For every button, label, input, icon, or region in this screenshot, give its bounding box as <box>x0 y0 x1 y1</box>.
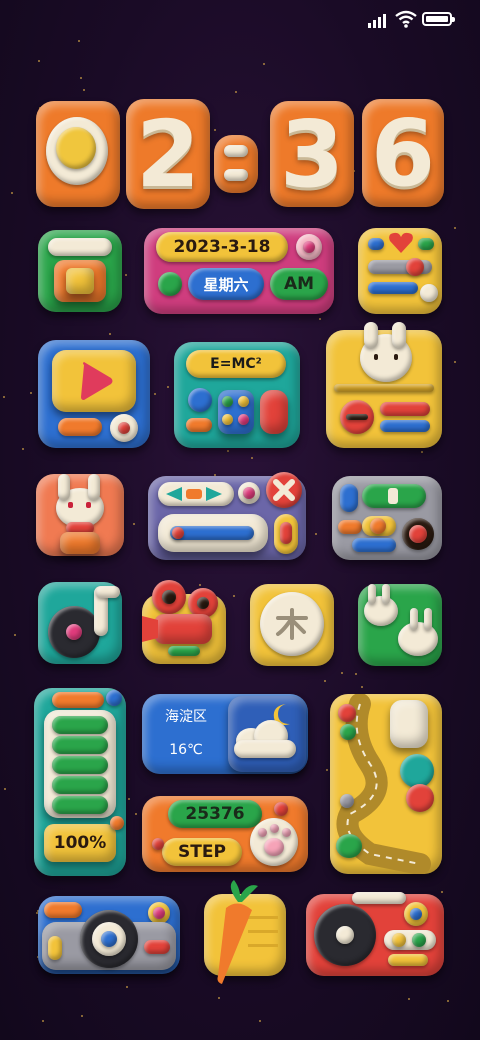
bunny-pocket-icon[interactable] <box>326 322 442 448</box>
steps-count-label: 25376 <box>185 804 245 824</box>
star-speck <box>133 523 135 525</box>
star-speck <box>11 192 13 194</box>
star-speck <box>319 318 321 320</box>
star-speck <box>78 40 80 42</box>
star-speck <box>218 997 220 999</box>
weather-temperature-label: 16℃ <box>169 742 203 758</box>
record-player-icon[interactable] <box>306 892 444 976</box>
star-speck <box>454 227 456 229</box>
star-speck <box>361 686 363 688</box>
star-speck <box>3 396 5 398</box>
star-speck <box>355 673 357 675</box>
star-speck <box>251 457 253 459</box>
clock-colon-tile <box>214 135 258 193</box>
star-speck <box>42 1020 44 1022</box>
battery-bar <box>52 776 108 794</box>
battery-bar <box>52 756 108 774</box>
colon-dot-bottom <box>224 169 248 181</box>
clock-hour-digit: 2 <box>135 100 200 208</box>
star-speck <box>30 392 32 394</box>
moon-egg-icon <box>46 117 108 185</box>
star-speck <box>14 634 16 636</box>
star-speck <box>324 680 326 682</box>
star-speck <box>81 1015 83 1017</box>
star-speck <box>235 91 237 93</box>
star-speck <box>227 450 229 452</box>
status-bar <box>360 10 470 32</box>
battery-percent-label: 100% <box>53 833 107 853</box>
weather-location-label: 海淀区 <box>165 709 207 725</box>
date-label: 2023-3-18 <box>173 237 271 257</box>
clock-minute-ones-digit: 6 <box>370 99 435 207</box>
game-controller-icon[interactable] <box>148 472 306 560</box>
battery-icon <box>422 12 455 26</box>
control-panel-icon[interactable] <box>358 228 442 314</box>
battery-widget[interactable]: 100% <box>34 688 126 876</box>
star-speck <box>4 788 6 790</box>
phone-icon[interactable] <box>38 230 122 312</box>
star-speck <box>259 1020 261 1022</box>
settings-toggle-icon[interactable] <box>332 476 442 560</box>
signal-icon <box>368 12 390 28</box>
clock-widget[interactable]: 2 3 6 <box>30 95 450 215</box>
steps-label: STEP <box>178 842 226 862</box>
map-icon[interactable] <box>330 693 442 875</box>
star-speck <box>126 986 128 988</box>
star-speck <box>454 361 456 363</box>
battery-bar <box>52 736 108 754</box>
bunnies-icon[interactable] <box>358 584 442 666</box>
weekday-label: 星期六 <box>203 275 249 294</box>
star-speck <box>326 769 328 771</box>
music-note-icon[interactable] <box>38 582 122 664</box>
carrot-notes-icon[interactable] <box>204 880 286 984</box>
star-speck <box>167 386 169 388</box>
star-speck <box>128 798 130 800</box>
star-speck <box>199 584 201 586</box>
star-speck <box>341 672 343 674</box>
star-speck <box>38 60 40 62</box>
star-speck <box>408 998 410 1000</box>
star-speck <box>125 274 127 276</box>
colon-dot-top <box>224 145 248 157</box>
kanji-app-icon[interactable] <box>250 584 334 666</box>
star-speck <box>263 63 265 65</box>
star-speck <box>447 1000 449 1002</box>
star-speck <box>135 813 137 815</box>
battery-bar <box>52 716 108 734</box>
steps-widget[interactable]: 25376 STEP <box>142 796 308 872</box>
paw-icon <box>250 818 298 866</box>
battery-bar <box>52 796 108 814</box>
star-speck <box>109 333 111 335</box>
star-speck <box>22 448 24 450</box>
star-speck <box>441 891 443 893</box>
star-speck <box>233 595 235 597</box>
date-widget[interactable]: 2023-3-18 星期六 AM <box>144 228 334 314</box>
calculator-icon[interactable]: E=MC² <box>174 342 300 448</box>
moon-cloud-icon <box>228 696 306 772</box>
formula-label: E=MC² <box>210 356 262 372</box>
star-speck <box>80 77 82 79</box>
bunny-icon[interactable] <box>36 474 124 556</box>
star-speck <box>83 89 85 91</box>
weather-widget[interactable]: 海淀区 16℃ <box>142 694 308 774</box>
video-player-icon[interactable] <box>38 340 150 448</box>
movie-camera-icon[interactable] <box>142 580 226 664</box>
wifi-icon <box>394 10 418 28</box>
clock-minute-tens-digit: 3 <box>279 100 344 208</box>
star-speck <box>154 393 156 395</box>
star-speck <box>421 451 423 453</box>
star-speck <box>315 533 317 535</box>
ampm-label: AM <box>283 274 315 294</box>
camera-icon[interactable] <box>38 896 180 974</box>
